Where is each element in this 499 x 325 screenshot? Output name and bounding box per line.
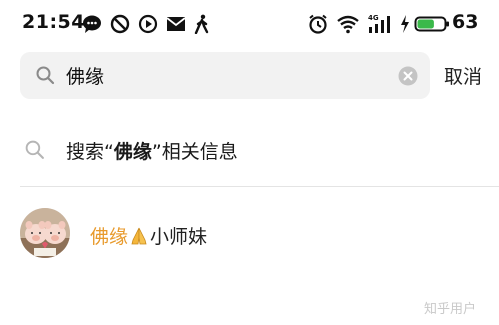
mail-icon <box>166 17 186 31</box>
user-name-highlight: 佛缘 <box>90 226 129 248</box>
status-bar: 21:54 4G 63 <box>0 0 499 46</box>
suggestion-suffix: ”相关信息 <box>151 141 238 163</box>
alarm-icon <box>309 14 327 34</box>
cancel-button[interactable]: 取消 <box>444 62 482 89</box>
user-name: 佛缘 小师妹 <box>90 222 207 249</box>
praying-hands-icon <box>131 227 147 245</box>
search-icon <box>36 66 55 85</box>
signal-icon: 4G <box>368 14 390 33</box>
user-result-item[interactable]: 佛缘 小师妹 <box>0 204 499 264</box>
play-icon <box>138 14 158 34</box>
wifi-icon <box>337 15 359 34</box>
network-type-label: 4G <box>368 14 379 22</box>
divider <box>20 186 499 187</box>
suggestion-prefix: 搜索“ <box>66 141 114 163</box>
chat-bubble-icon <box>83 15 101 33</box>
battery-icon <box>414 16 449 32</box>
charging-icon <box>401 15 409 33</box>
suggestion-text: 搜索“佛缘”相关信息 <box>66 137 238 164</box>
search-suggestion-item[interactable]: 搜索“佛缘”相关信息 <box>0 124 499 178</box>
status-time: 21:54 <box>22 11 85 33</box>
search-icon <box>25 140 44 159</box>
search-bar[interactable] <box>20 52 430 99</box>
suggestion-keyword: 佛缘 <box>113 141 152 163</box>
search-input[interactable] <box>66 61 386 89</box>
watermark: 知乎用户 <box>424 302 477 317</box>
battery-fill <box>417 19 434 29</box>
no-disturb-icon <box>110 14 130 34</box>
walking-icon <box>194 14 209 34</box>
battery-percent: 63 <box>452 11 479 33</box>
user-name-rest: 小师妹 <box>150 226 208 248</box>
avatar <box>20 208 70 258</box>
clear-icon[interactable] <box>398 66 418 86</box>
